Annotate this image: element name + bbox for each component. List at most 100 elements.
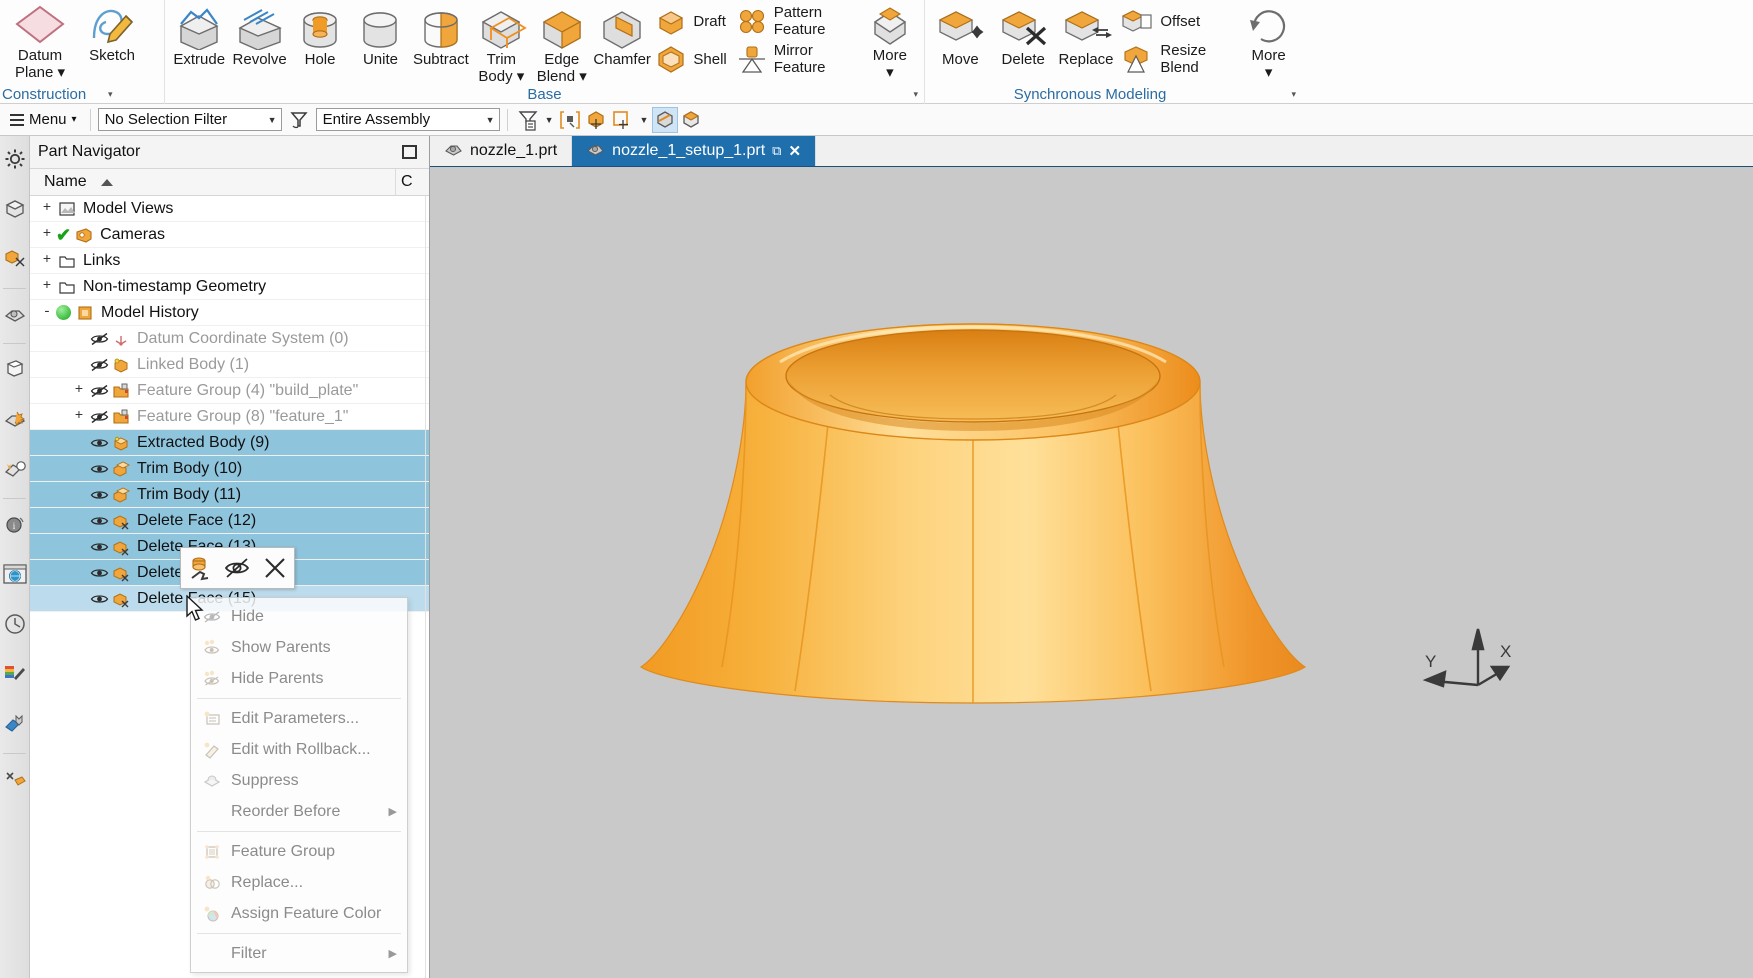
synchronous-group-caret[interactable]: ▾ <box>1291 89 1296 100</box>
tree-row[interactable]: +✔Cameras <box>30 222 429 248</box>
tree-row[interactable]: +Model Views <box>30 196 429 222</box>
mirror-feature-button[interactable]: Mirror Feature <box>733 40 860 78</box>
select-face-icon[interactable] <box>609 107 635 133</box>
context-menu-item[interactable]: Show Parents <box>191 632 407 663</box>
eye-hidden-icon[interactable] <box>88 357 110 373</box>
tree-row[interactable]: -Model History <box>30 300 429 326</box>
rail-item-extra[interactable] <box>0 756 30 806</box>
tree-row[interactable]: Trim Body (11) <box>30 482 429 508</box>
shell-button[interactable]: Shell <box>652 40 732 78</box>
rail-item-help[interactable]: i <box>0 501 30 551</box>
model-3d-view[interactable]: X Y <box>430 167 1753 978</box>
edit-feature-icon[interactable] <box>184 552 216 584</box>
draft-button[interactable]: Draft <box>652 2 732 40</box>
eye-visible-icon[interactable] <box>88 435 110 451</box>
eye-visible-icon[interactable] <box>88 591 110 607</box>
rail-item-constraint-navigator[interactable] <box>0 236 30 286</box>
rail-item-system-materials[interactable] <box>0 651 30 701</box>
offset-region-button[interactable]: Offset <box>1117 2 1237 40</box>
expand-icon[interactable]: + <box>40 280 54 294</box>
construction-group-caret[interactable]: ▾ <box>108 89 113 100</box>
unite-button[interactable]: Unite <box>350 2 410 80</box>
tree-row[interactable]: Extracted Body (9) <box>30 430 429 456</box>
tree-row[interactable]: Datum Coordinate System (0) <box>30 326 429 352</box>
eye-visible-icon[interactable] <box>88 487 110 503</box>
replace-face-button[interactable]: Replace <box>1055 2 1118 80</box>
studio-display-icon[interactable] <box>678 107 704 133</box>
rail-item-manufacturing-wizards[interactable] <box>0 701 30 751</box>
pattern-feature-button[interactable]: Pattern Feature <box>733 2 860 40</box>
tree-row[interactable]: +Non-timestamp Geometry <box>30 274 429 300</box>
base-more-button[interactable]: More ▾ <box>860 2 920 80</box>
context-menu-item[interactable]: Edit Parameters... <box>191 703 407 734</box>
checkmark-icon[interactable]: ✔ <box>56 228 71 242</box>
collapse-icon[interactable]: - <box>40 306 54 320</box>
hide-icon[interactable] <box>221 552 253 584</box>
tree-row[interactable]: Trim Body (10) <box>30 456 429 482</box>
synchronous-more-button[interactable]: More ▾ <box>1237 2 1300 80</box>
revolve-button[interactable]: Revolve <box>229 2 289 80</box>
datum-plane-button[interactable]: Datum Plane ▾ <box>4 2 76 80</box>
tree-row[interactable]: Delete Face (12) <box>30 508 429 534</box>
rail-item-web-browser[interactable] <box>0 551 30 601</box>
reset-filter-icon[interactable] <box>286 107 312 133</box>
rail-item-process-studio[interactable] <box>0 396 30 446</box>
eye-hidden-icon[interactable] <box>88 331 110 347</box>
expand-icon[interactable]: + <box>72 384 86 398</box>
context-menu-item[interactable]: Hide Parents <box>191 663 407 694</box>
edge-blend-button[interactable]: Edge Blend ▾ <box>532 2 592 84</box>
tree-row[interactable]: +Feature Group (8) "feature_1" <box>30 404 429 430</box>
expand-icon[interactable]: + <box>40 202 54 216</box>
eye-visible-icon[interactable] <box>88 539 110 555</box>
menu-button[interactable]: Menu ▾ <box>4 107 83 133</box>
dock-window-icon[interactable] <box>402 145 417 159</box>
context-menu-item[interactable]: Assign Feature Color <box>191 898 407 929</box>
eye-visible-icon[interactable] <box>88 461 110 477</box>
tree-row[interactable]: Linked Body (1) <box>30 352 429 378</box>
eye-hidden-icon[interactable] <box>88 409 110 425</box>
context-menu-item[interactable]: Replace... <box>191 867 407 898</box>
context-menu-item[interactable]: Filter▶ <box>191 938 407 969</box>
close-icon[interactable]: ✕ <box>788 142 801 160</box>
rail-item-role[interactable] <box>0 446 30 496</box>
select-body-icon[interactable] <box>583 107 609 133</box>
tree-row[interactable]: +Links <box>30 248 429 274</box>
rail-item-assembly-navigator[interactable] <box>0 136 30 186</box>
expand-icon[interactable]: + <box>40 254 54 268</box>
hole-button[interactable]: Hole <box>290 2 350 80</box>
delete-face-button[interactable]: Delete <box>992 2 1055 80</box>
expand-icon[interactable]: + <box>40 228 54 242</box>
resize-blend-button[interactable]: Resize Blend <box>1117 40 1237 78</box>
sketch-button[interactable]: Sketch <box>76 2 148 80</box>
context-menu-item[interactable]: Edit with Rollback... <box>191 734 407 765</box>
extrude-button[interactable]: Extrude <box>169 2 229 80</box>
selection-filter-select[interactable]: No Selection Filter ▼ <box>98 108 282 131</box>
subtract-button[interactable]: Subtract <box>411 2 471 80</box>
scope-select[interactable]: Entire Assembly ▼ <box>316 108 500 131</box>
select-feature-icon[interactable] <box>557 107 583 133</box>
chamfer-button[interactable]: Chamfer <box>592 2 652 80</box>
context-menu-item[interactable]: Reorder Before▶ <box>191 796 407 827</box>
context-menu-item[interactable]: Hide <box>191 601 407 632</box>
column-header-name-wrap[interactable]: Name <box>30 173 395 191</box>
column-header-second[interactable]: C <box>395 169 429 195</box>
trim-body-button[interactable]: Trim Body ▾ <box>471 2 531 84</box>
rail-item-hd3d-tools[interactable] <box>0 346 30 396</box>
graphics-window[interactable]: X Y <box>430 167 1753 978</box>
chevron-down-icon[interactable]: ▼ <box>545 115 554 125</box>
chevron-down-icon[interactable]: ▼ <box>639 115 648 125</box>
delete-icon[interactable] <box>259 552 291 584</box>
eye-visible-icon[interactable] <box>88 513 110 529</box>
shaded-display-icon[interactable] <box>652 107 678 133</box>
base-group-caret[interactable]: ▾ <box>913 89 918 100</box>
move-face-button[interactable]: Move <box>929 2 992 80</box>
rail-item-part-navigator[interactable] <box>0 186 30 236</box>
eye-visible-icon[interactable] <box>88 565 110 581</box>
selection-filter-list-icon[interactable] <box>515 107 541 133</box>
tree-row[interactable]: +Feature Group (4) "build_plate" <box>30 378 429 404</box>
document-tab[interactable]: nozzle_1_setup_1.prt⧉✕ <box>572 136 816 166</box>
rail-item-history[interactable] <box>0 601 30 651</box>
rail-item-reuse-library[interactable] <box>0 291 30 341</box>
expand-icon[interactable]: + <box>72 410 86 424</box>
document-tab[interactable]: nozzle_1.prt <box>430 136 572 166</box>
